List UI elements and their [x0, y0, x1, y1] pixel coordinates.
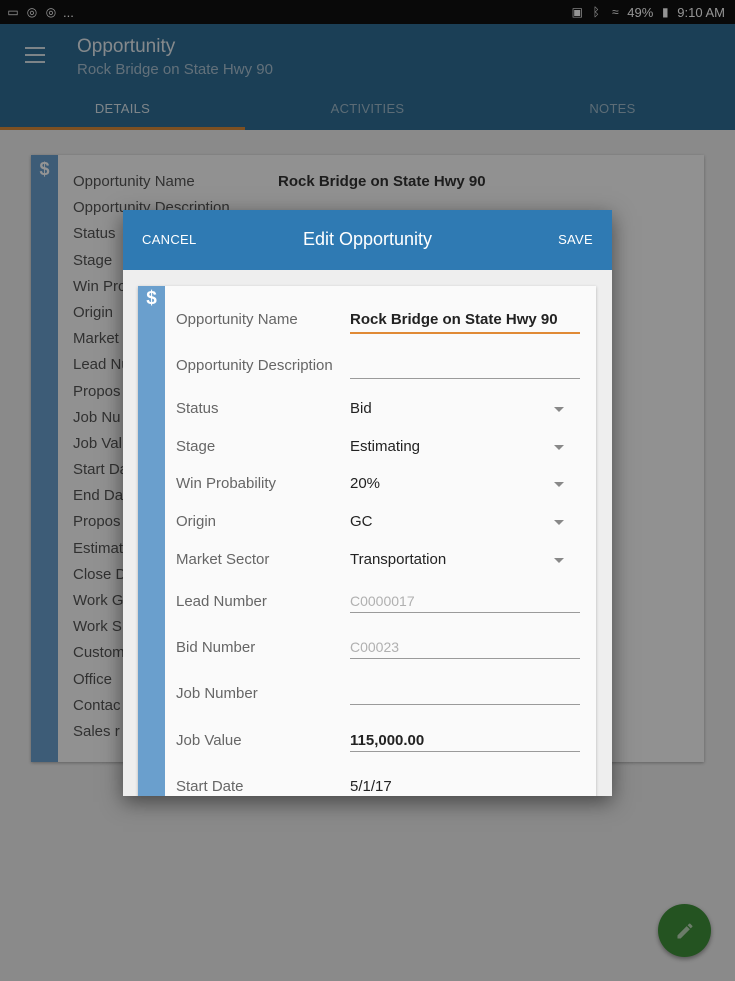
dropdown-arrow-icon[interactable] — [554, 558, 564, 563]
dropdown-arrow-icon[interactable] — [554, 445, 564, 450]
dialog-header: CANCEL Edit Opportunity SAVE — [123, 210, 612, 270]
field-win-probability: Win Probability 20% — [176, 475, 582, 505]
field-label: Opportunity Description — [176, 357, 333, 374]
input-underline — [350, 332, 580, 334]
field-label: Origin — [176, 513, 217, 530]
field-label: Job Number — [176, 685, 258, 702]
market-sector-select[interactable]: Transportation — [350, 551, 580, 568]
dropdown-arrow-icon[interactable] — [554, 482, 564, 487]
field-lead-number: Lead Number C0000017 — [176, 593, 582, 623]
field-stage: Stage Estimating — [176, 438, 582, 468]
field-origin: Origin GC — [176, 513, 582, 543]
field-start-date: Start Date 5/1/17 — [176, 778, 582, 796]
input-underline — [350, 751, 580, 752]
field-opportunity-name: Opportunity Name Rock Bridge on State Hw… — [176, 311, 582, 341]
origin-select[interactable]: GC — [350, 513, 580, 530]
field-job-value: Job Value 115,000.00 — [176, 732, 582, 762]
dropdown-arrow-icon[interactable] — [554, 407, 564, 412]
field-label: Status — [176, 400, 219, 417]
field-label: Bid Number — [176, 639, 256, 656]
edit-opportunity-dialog: CANCEL Edit Opportunity SAVE $ Opportuni… — [123, 210, 612, 796]
field-opportunity-description: Opportunity Description — [176, 357, 582, 387]
job-value-input[interactable]: 115,000.00 — [350, 732, 580, 749]
input-underline — [350, 658, 580, 659]
field-bid-number: Bid Number C00023 — [176, 639, 582, 669]
form-strip: $ — [138, 286, 165, 796]
field-job-number: Job Number — [176, 685, 582, 715]
field-label: Lead Number — [176, 593, 267, 610]
field-label: Market Sector — [176, 551, 270, 568]
input-underline — [350, 378, 580, 379]
dollar-icon: $ — [146, 288, 157, 309]
start-date-input[interactable]: 5/1/17 — [350, 778, 580, 795]
save-button[interactable]: SAVE — [558, 232, 593, 247]
dialog-title: Edit Opportunity — [302, 229, 433, 249]
input-underline — [350, 612, 580, 613]
stage-select[interactable]: Estimating — [350, 438, 580, 455]
form-card: $ Opportunity Name Rock Bridge on State … — [138, 286, 596, 796]
input-underline — [350, 704, 580, 705]
field-label: Start Date — [176, 778, 244, 795]
field-label: Job Value — [176, 732, 242, 749]
field-label: Stage — [176, 438, 216, 455]
field-status: Status Bid — [176, 400, 582, 430]
field-label: Opportunity Name — [176, 311, 298, 328]
win-probability-select[interactable]: 20% — [350, 475, 580, 492]
field-label: Win Probability — [176, 475, 277, 492]
bid-number-input[interactable]: C00023 — [350, 639, 580, 655]
field-market-sector: Market Sector Transportation — [176, 551, 582, 581]
dropdown-arrow-icon[interactable] — [554, 520, 564, 525]
lead-number-input[interactable]: C0000017 — [350, 593, 580, 609]
opportunity-name-input[interactable]: Rock Bridge on State Hwy 90 — [350, 311, 580, 328]
status-select[interactable]: Bid — [350, 400, 580, 417]
